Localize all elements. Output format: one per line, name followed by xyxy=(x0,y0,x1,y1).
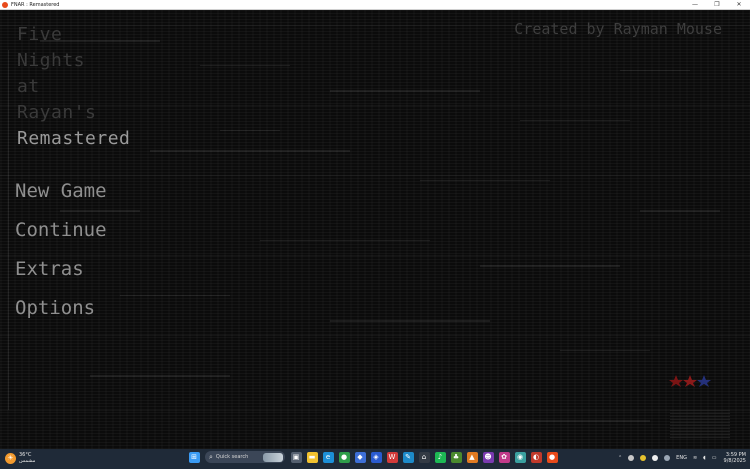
minimize-button[interactable]: — xyxy=(684,0,706,9)
app-icon xyxy=(2,1,8,8)
title-line-2: Nights xyxy=(17,50,86,71)
game-title: Five Nights at Rayan's Remastered xyxy=(17,22,130,152)
task-view-icon[interactable]: ▣ xyxy=(290,451,302,463)
game-icon-green[interactable]: ♣ xyxy=(450,451,462,463)
main-menu: New Game Continue Extras Options xyxy=(15,172,107,328)
window-titlebar: FNAR : Remastered — ❐ ✕ xyxy=(0,0,750,10)
windows-taskbar: ☀ 36°C مشمس ⊞ ⌕ Quick search ▣ ▬ e ● ◆ ◈… xyxy=(0,449,750,469)
app-icon-pink[interactable]: ✿ xyxy=(498,451,510,463)
app-icon-dark[interactable]: ⌂ xyxy=(418,451,430,463)
window-controls: — ❐ ✕ xyxy=(684,0,750,9)
store-icon[interactable]: ◆ xyxy=(354,451,366,463)
close-button[interactable]: ✕ xyxy=(728,0,750,9)
maximize-button[interactable]: ❐ xyxy=(706,0,728,9)
system-tray: ⌃ ENG ≋ ◖ ▭ 3:59 PM 9/8/2025 xyxy=(615,452,746,464)
language-indicator[interactable]: ENG xyxy=(676,455,687,461)
sun-icon: ☀ xyxy=(5,452,16,464)
battery-icon[interactable]: ▭ xyxy=(712,455,717,461)
clock-date: 9/8/2025 xyxy=(723,458,746,464)
credit-text: Created by Rayman Mouse xyxy=(514,20,722,38)
wifi-icon[interactable]: ≋ xyxy=(693,455,697,461)
menu-new-game[interactable]: New Game xyxy=(15,172,107,211)
window-title: FNAR : Remastered xyxy=(11,1,60,8)
app-icon-blue[interactable]: ◈ xyxy=(370,451,382,463)
spotify-icon[interactable]: ♪ xyxy=(434,451,446,463)
weather-widget[interactable]: ☀ 36°C مشمس xyxy=(5,452,35,464)
file-explorer-icon[interactable]: ▬ xyxy=(306,451,318,463)
windows-start-icon[interactable]: ⊞ xyxy=(188,451,200,463)
title-line-1: Five xyxy=(17,24,63,45)
app-icon-purple[interactable]: ☻ xyxy=(482,451,494,463)
app-icon-cyan[interactable]: ✎ xyxy=(402,451,414,463)
stars-icon xyxy=(669,375,711,387)
fnar-game-icon[interactable]: ● xyxy=(546,451,558,463)
app-icon-orange[interactable]: ▲ xyxy=(466,451,478,463)
game-screen[interactable]: Five Nights at Rayan's Remastered Create… xyxy=(0,10,750,449)
edge-browser-icon[interactable]: e xyxy=(322,451,334,463)
tray-app-icon-light[interactable] xyxy=(664,455,671,461)
tray-app-icon-yellow[interactable] xyxy=(640,455,647,461)
menu-options[interactable]: Options xyxy=(15,289,107,328)
static-corner-artifact xyxy=(670,408,730,438)
clock[interactable]: 3:59 PM 9/8/2025 xyxy=(724,452,746,464)
app-icon-red[interactable]: W xyxy=(386,451,398,463)
search-icon: ⌕ xyxy=(209,452,213,461)
chevron-up-icon[interactable]: ⌃ xyxy=(618,455,622,461)
app-icon-multicolor[interactable]: ◐ xyxy=(530,451,542,463)
search-highlight-image xyxy=(263,452,283,462)
title-line-5: Remastered xyxy=(17,128,131,149)
title-line-3: at xyxy=(17,76,40,97)
weather-description: مشمس xyxy=(19,458,36,464)
chrome-icon[interactable]: ● xyxy=(338,451,350,463)
search-placeholder: Quick search xyxy=(215,454,249,460)
menu-extras[interactable]: Extras xyxy=(15,250,107,289)
search-input[interactable]: ⌕ Quick search xyxy=(205,451,285,463)
speaker-icon[interactable]: ◖ xyxy=(703,455,706,461)
menu-continue[interactable]: Continue xyxy=(15,211,107,250)
app-icon-teal[interactable]: ◉ xyxy=(514,451,526,463)
scanline-artifact xyxy=(8,50,9,410)
taskbar-pinned-apps: ⊞ ⌕ Quick search ▣ ▬ e ● ◆ ◈ W ✎ ⌂ ♪ ♣ ▲… xyxy=(186,451,560,463)
title-line-4: Rayan's xyxy=(17,102,97,123)
tray-app-icon[interactable] xyxy=(628,455,635,461)
tray-app-icon-white[interactable] xyxy=(652,455,659,461)
